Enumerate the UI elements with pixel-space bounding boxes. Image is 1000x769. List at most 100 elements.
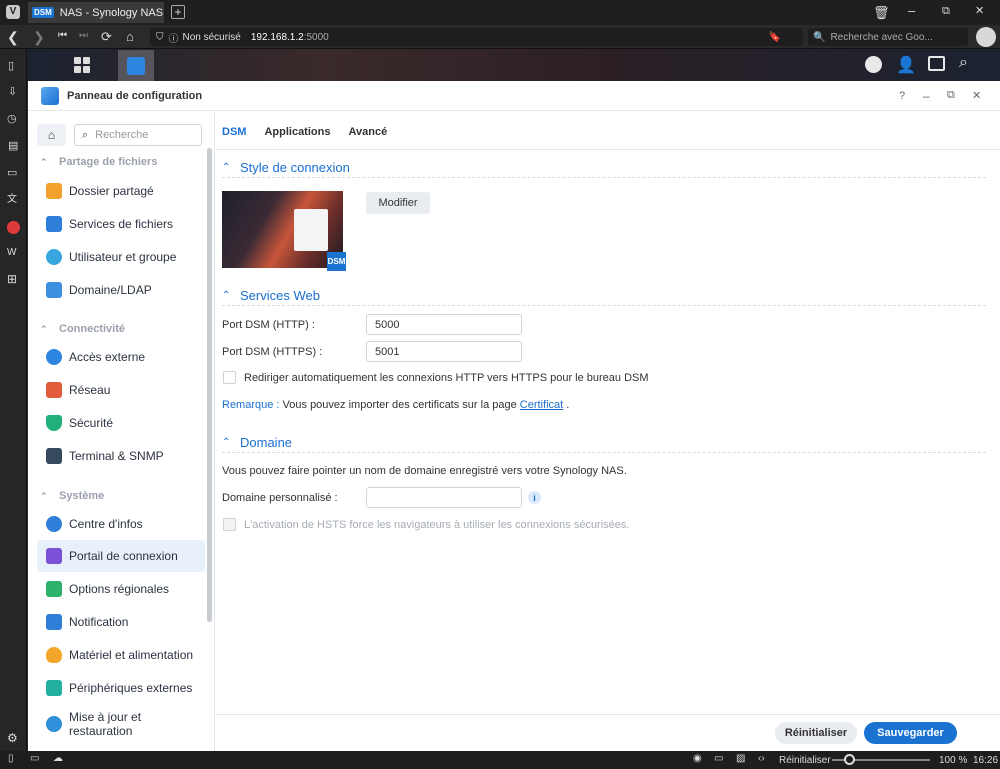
sidebar-section-connectivity[interactable]: ⌃ Connectivité — [40, 323, 125, 335]
sidebar-item-user-group[interactable]: Utilisateur et groupe — [37, 241, 205, 273]
tile-tabs-icon[interactable]: ▭ — [714, 754, 723, 764]
close-icon[interactable]: ✕ — [972, 89, 981, 102]
control-panel-window: Panneau de configuration ? – ⧉ ✕ ⌂ ⌕ Rec… — [28, 81, 1000, 751]
section-label: Connectivité — [59, 323, 126, 335]
profile-avatar[interactable] — [976, 27, 996, 47]
tab-advanced[interactable]: Avancé — [348, 126, 387, 138]
sidebar-item-file-services[interactable]: Services de fichiers — [37, 208, 205, 240]
tab-dsm[interactable]: DSM — [222, 126, 246, 138]
folder-icon — [46, 183, 62, 199]
modify-button[interactable]: Modifier — [366, 192, 430, 214]
back-icon[interactable]: ❮ — [7, 30, 19, 44]
restore-icon[interactable]: ⧉ — [947, 89, 955, 102]
notes-panel-icon[interactable]: ▤ — [8, 141, 18, 152]
widgets-icon[interactable] — [928, 56, 945, 71]
sidebar-item-update-restore[interactable]: Mise à jour et restauration — [37, 705, 205, 743]
fast-forward-icon[interactable]: ⏭ — [79, 31, 88, 41]
sidebar-scrollbar[interactable] — [207, 148, 212, 622]
sidebar-item-security[interactable]: Sécurité — [37, 407, 205, 439]
vivaldi-panel-icon[interactable] — [7, 221, 20, 234]
chevron-up-icon: ⌃ — [222, 161, 231, 173]
note-text: Vous pouvez importer des certificats sur… — [282, 399, 517, 411]
sidebar-item-external-access[interactable]: Accès externe — [37, 341, 205, 373]
sidebar-item-info-center[interactable]: Centre d'infos — [37, 508, 205, 540]
vivaldi-menu-icon[interactable]: V — [6, 5, 20, 19]
help-icon[interactable]: ? — [899, 90, 905, 102]
tile-icon[interactable]: ▭ — [30, 754, 39, 764]
main-menu-icon[interactable] — [74, 57, 90, 73]
taskbar-search-icon[interactable]: ⌕ — [959, 54, 968, 72]
domain-info-icon[interactable]: i — [528, 491, 541, 504]
section-web-services[interactable]: ⌃ Services Web — [222, 288, 986, 306]
directory-icon — [46, 282, 62, 298]
minimize-icon[interactable]: – — [923, 89, 930, 103]
minimize-browser-icon[interactable]: – — [908, 4, 915, 17]
settings-panel-icon[interactable]: ⚙ — [7, 732, 18, 744]
home-button[interactable]: ⌂ — [37, 124, 66, 146]
hsts-checkbox[interactable] — [223, 518, 236, 531]
http-port-field[interactable]: 5000 — [366, 314, 522, 335]
image-toggle-icon[interactable]: ▨ — [736, 754, 745, 764]
sidebar-item-hardware-power[interactable]: Matériel et alimentation — [37, 639, 205, 671]
home-icon[interactable]: ⌂ — [126, 30, 134, 43]
sidebar-item-regional-options[interactable]: Options régionales — [37, 573, 205, 605]
browser-tab[interactable]: DSM NAS - Synology NAS — [28, 2, 164, 23]
window-panel-icon[interactable]: ▭ — [7, 168, 17, 179]
chat-icon[interactable] — [865, 56, 882, 73]
rewind-icon[interactable]: ⏮ — [58, 31, 67, 41]
sidebar-section-file-sharing[interactable]: ⌃ Partage de fichiers — [40, 156, 157, 168]
redirect-https-checkbox[interactable] — [223, 371, 236, 384]
control-panel-taskbar-icon[interactable] — [118, 50, 154, 81]
tab-applications[interactable]: Applications — [264, 126, 330, 138]
history-panel-icon[interactable]: ◷ — [7, 114, 17, 125]
section-login-style[interactable]: ⌃ Style de connexion — [222, 160, 986, 178]
sidebar-item-label: Périphériques externes — [69, 681, 193, 695]
search-engine-field[interactable]: 🔍 Recherche avec Goo... — [808, 28, 968, 46]
login-style-thumbnail — [222, 191, 343, 268]
shield-icon: ⛉ — [156, 31, 164, 43]
sidebar-item-network[interactable]: Réseau — [37, 374, 205, 406]
sidebar-item-external-devices[interactable]: Périphériques externes — [37, 672, 205, 704]
save-button[interactable]: Sauvegarder — [864, 722, 957, 744]
sidebar-item-label: Options régionales — [69, 582, 170, 596]
sidebar-item-label: Domaine/LDAP — [69, 283, 152, 297]
bookmarks-panel-icon[interactable]: ▯ — [8, 61, 14, 72]
bookmark-icon[interactable]: 🔖 — [769, 32, 781, 43]
cloud-sync-icon[interactable]: ☁ — [53, 754, 63, 764]
certificate-link[interactable]: Certificat — [520, 399, 563, 411]
trash-icon[interactable]: 🗑 — [873, 6, 890, 19]
page-actions-icon[interactable]: ‹› — [758, 754, 765, 764]
custom-domain-field[interactable] — [366, 487, 522, 508]
chevron-up-icon: ⌃ — [40, 156, 48, 167]
user-icon[interactable]: 👤 — [896, 55, 916, 75]
sidebar-item-notification[interactable]: Notification — [37, 606, 205, 638]
capture-icon[interactable]: ◉ — [693, 754, 702, 764]
sidebar-item-domain-ldap[interactable]: Domaine/LDAP — [37, 274, 205, 306]
address-toolbar: ❮ ❯ ⏮ ⏭ ⟳ ⌂ ⛉ ⓘ Non sécurisé 192.168.1.2… — [0, 25, 1000, 49]
sidebar-item-login-portal[interactable]: Portail de connexion — [37, 540, 205, 572]
note-suffix: . — [566, 399, 570, 411]
forward-icon[interactable]: ❯ — [33, 30, 45, 44]
translate-panel-icon[interactable]: 文 — [7, 195, 17, 205]
https-port-field[interactable]: 5001 — [366, 341, 522, 362]
add-panel-icon[interactable]: ⊞ — [7, 273, 17, 285]
section-heading: Style de connexion — [240, 159, 350, 175]
zoom-slider-handle[interactable] — [844, 754, 855, 765]
sidebar-item-shared-folder[interactable]: Dossier partagé — [37, 175, 205, 207]
close-browser-icon[interactable]: ✕ — [975, 6, 984, 17]
address-field[interactable]: ⛉ ⓘ Non sécurisé 192.168.1.2:5000 🔖 — [150, 28, 803, 46]
maximize-browser-icon[interactable]: ⧉ — [942, 6, 950, 17]
section-domain[interactable]: ⌃ Domaine — [222, 435, 986, 453]
wikipedia-panel-icon[interactable]: W — [7, 248, 16, 258]
zoom-reset-label[interactable]: Réinitialiser — [779, 755, 831, 766]
new-tab-icon[interactable]: + — [171, 5, 185, 19]
reset-button[interactable]: Réinitialiser — [775, 722, 857, 744]
zoom-slider[interactable] — [832, 754, 930, 765]
sidebar-search-input[interactable]: ⌕ Recherche — [74, 124, 202, 146]
sidebar-section-system[interactable]: ⌃ Système — [40, 490, 104, 502]
main-content: DSM Applications Avancé ⌃ Style de conne… — [216, 112, 1000, 751]
downloads-panel-icon[interactable]: ⇩ — [8, 87, 17, 98]
panel-toggle-icon[interactable]: ▯ — [8, 754, 14, 764]
sidebar-item-terminal-snmp[interactable]: Terminal & SNMP — [37, 440, 205, 472]
reload-icon[interactable]: ⟳ — [101, 30, 112, 43]
